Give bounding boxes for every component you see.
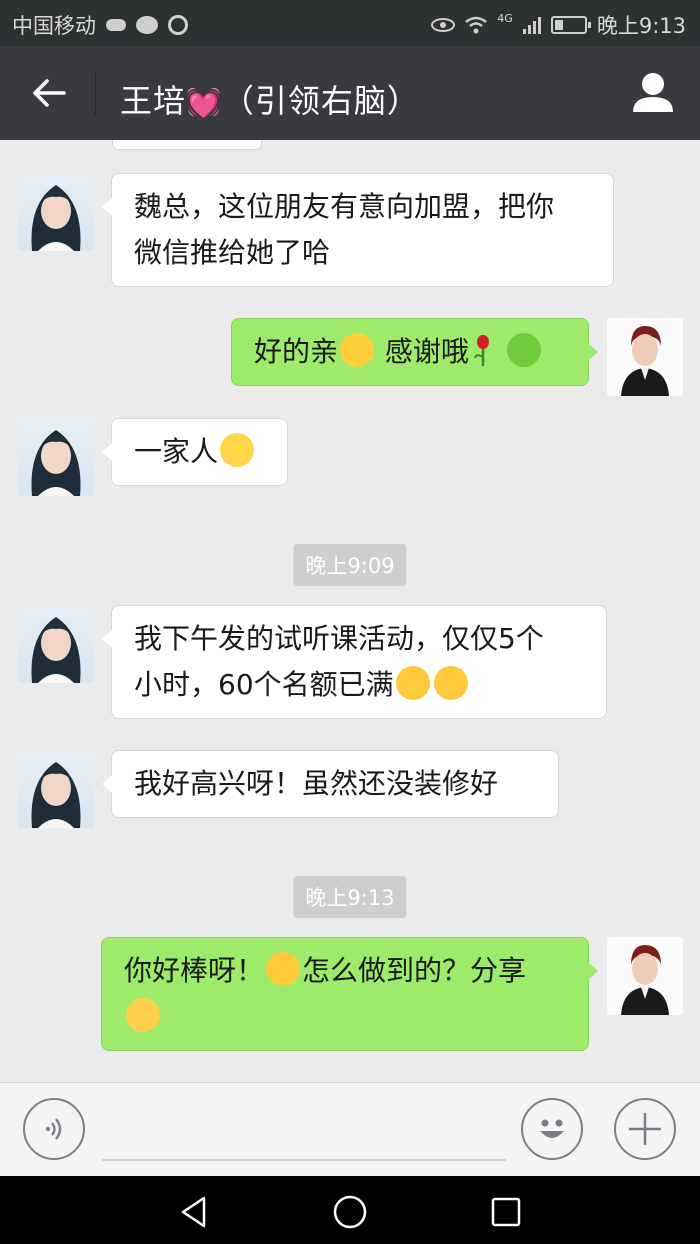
message-text: 感谢哦 bbox=[384, 335, 469, 368]
status-bar: 中国移动 4G 晚上9:13 bbox=[0, 0, 700, 46]
system-nav-bar bbox=[0, 1176, 700, 1244]
person-icon bbox=[633, 73, 673, 112]
message-text: 一家人 bbox=[134, 435, 219, 468]
eye-comfort-icon bbox=[431, 18, 456, 32]
message-input[interactable] bbox=[102, 1159, 506, 1161]
avatar-image bbox=[621, 326, 669, 396]
triangle-back-icon bbox=[181, 1196, 206, 1228]
square-recents-icon bbox=[491, 1197, 521, 1227]
nav-back-button[interactable] bbox=[174, 1192, 214, 1232]
message-text: 我好高兴呀！虽然还没装修好 bbox=[134, 767, 499, 800]
avatar-image bbox=[31, 185, 81, 251]
chat-title: 王培💓（引领右脑） bbox=[120, 76, 420, 122]
message-bubble-outgoing[interactable]: 好的亲 感谢哦 bbox=[231, 318, 598, 386]
nav-recents-button[interactable] bbox=[486, 1192, 526, 1232]
clock-label: 晚上9:13 bbox=[596, 14, 686, 38]
wifi-icon bbox=[465, 16, 488, 34]
thinking-emoji-icon bbox=[126, 998, 160, 1032]
nav-home-button[interactable] bbox=[330, 1192, 370, 1232]
my-avatar[interactable] bbox=[607, 318, 683, 396]
message-text: 微信推给她了哈 bbox=[134, 236, 331, 269]
avatar-image bbox=[31, 430, 81, 496]
back-button[interactable] bbox=[24, 68, 74, 118]
input-bar bbox=[0, 1082, 700, 1176]
smile-emoji-icon bbox=[340, 333, 375, 367]
heart-icon: 💓 bbox=[186, 86, 222, 119]
message-bubble-incoming[interactable]: 魏总，这位朋友有意向加盟，把你 微信推给她了哈 bbox=[102, 173, 614, 287]
message-bubble-incoming[interactable]: 我下午发的试听课活动，仅仅5个 小时，60个名额已满 bbox=[102, 605, 607, 719]
contact-suffix: （引领右脑） bbox=[221, 82, 420, 120]
message-text: 小时，60个名额已满 bbox=[134, 668, 394, 701]
circle-home-icon bbox=[333, 1195, 367, 1229]
hug-emoji-icon bbox=[266, 952, 301, 986]
wechat-notification-icon bbox=[136, 16, 158, 34]
frog-emoji-icon bbox=[506, 333, 541, 367]
avatar-image bbox=[31, 617, 81, 683]
message-list[interactable]: 魏总，这位朋友有意向加盟，把你 微信推给她了哈 好的亲 感谢哦 一家人 晚上9:… bbox=[0, 140, 700, 1082]
message-bubble-outgoing[interactable]: 你好棒呀！ 怎么做到的？分享 bbox=[101, 937, 598, 1051]
message-text: 好的亲 bbox=[254, 335, 339, 368]
app-notification-icon bbox=[168, 15, 188, 35]
message-text: 你好棒呀！ bbox=[124, 954, 265, 987]
battery-icon bbox=[550, 16, 591, 34]
voice-icon bbox=[45, 1118, 62, 1140]
message-timestamp: 晚上9:13 bbox=[293, 876, 407, 918]
rose-emoji-icon bbox=[473, 335, 489, 366]
arrow-left-icon bbox=[33, 79, 66, 107]
more-options-button[interactable] bbox=[614, 1098, 676, 1160]
signal-icon bbox=[522, 16, 541, 34]
blush-emoji-icon bbox=[220, 433, 255, 467]
emoji-icon bbox=[540, 1119, 564, 1138]
message-bubble-incoming[interactable]: 我好高兴呀！虽然还没装修好 bbox=[102, 750, 559, 818]
laugh-cry-emoji-icon bbox=[395, 666, 430, 700]
previous-message-fragment bbox=[112, 140, 262, 150]
contact-avatar[interactable] bbox=[18, 173, 94, 251]
emoji-button[interactable] bbox=[521, 1098, 583, 1160]
carrier-label: 中国移动 bbox=[12, 14, 96, 38]
contact-avatar[interactable] bbox=[18, 750, 94, 828]
contact-avatar[interactable] bbox=[18, 418, 94, 496]
message-timestamp: 晚上9:09 bbox=[293, 544, 407, 586]
avatar-image bbox=[621, 945, 669, 1015]
message-bubble-incoming[interactable]: 一家人 bbox=[102, 418, 288, 486]
chat-info-button[interactable] bbox=[628, 68, 678, 118]
my-avatar[interactable] bbox=[607, 937, 683, 1015]
message-text: 怎么做到的？分享 bbox=[302, 954, 527, 987]
message-text: 魏总，这位朋友有意向加盟，把你 bbox=[134, 190, 555, 223]
chat-header: 王培💓（引领右脑） bbox=[0, 46, 700, 140]
header-divider bbox=[95, 72, 96, 116]
contact-name: 王培 bbox=[120, 82, 187, 120]
laugh-cry-emoji-icon bbox=[433, 666, 468, 700]
avatar-image bbox=[31, 762, 81, 828]
contact-avatar[interactable] bbox=[18, 605, 94, 683]
weather-icon bbox=[106, 19, 126, 31]
network-type-label: 4G bbox=[497, 11, 513, 25]
message-text: 我下午发的试听课活动，仅仅5个 bbox=[134, 622, 544, 655]
plus-icon bbox=[629, 1113, 661, 1145]
voice-input-button[interactable] bbox=[23, 1098, 85, 1160]
